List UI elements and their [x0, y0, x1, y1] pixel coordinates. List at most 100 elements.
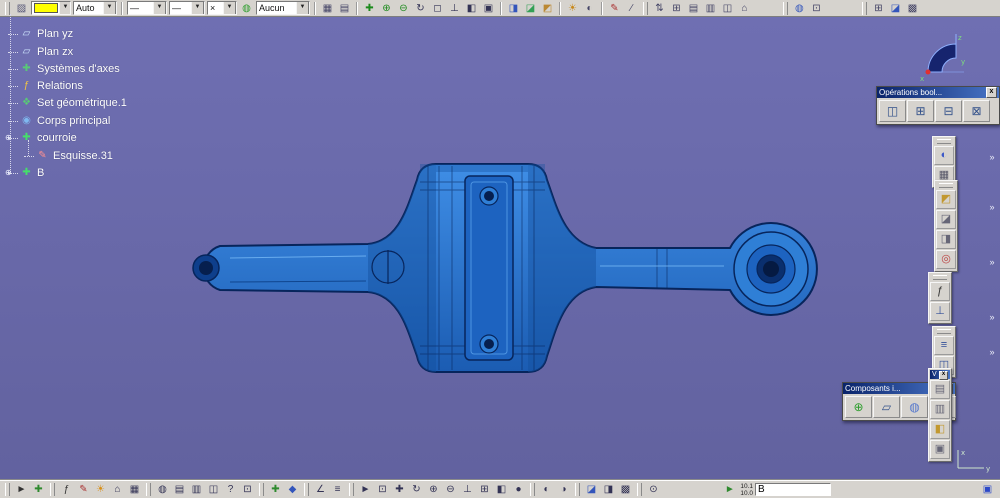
light-icon[interactable]: ☀ [564, 1, 581, 16]
views-icon[interactable]: ◫ [719, 1, 736, 16]
pan-icon[interactable]: ✚ [361, 1, 378, 16]
cube-y-icon[interactable]: ◪ [522, 1, 539, 16]
tree-item-courroie[interactable]: ⊕ ✚ courroie [5, 130, 77, 146]
tree-expander-icon[interactable]: ⊕ [5, 133, 12, 143]
toolbar-grip[interactable] [259, 483, 264, 496]
grid-icon[interactable]: ▦ [319, 1, 336, 16]
intersect-body-icon[interactable]: ⊠ [963, 100, 990, 122]
product-icon[interactable]: ◆ [284, 482, 301, 497]
chevron-down-icon[interactable]: ▼ [59, 2, 70, 14]
select-icon[interactable]: ► [13, 482, 30, 497]
toolbar-grip[interactable] [5, 483, 10, 496]
sphere-component-icon[interactable]: ◍ [901, 396, 928, 418]
toolbar-grip[interactable] [349, 483, 354, 496]
line-type-combo[interactable]: — ▼ [169, 1, 205, 15]
point-symbol-combo[interactable]: × ▼ [207, 1, 237, 15]
boolean-operations-titlebar[interactable]: Opérations bool... x [877, 87, 999, 98]
iso-view-icon[interactable]: ◧ [930, 420, 950, 439]
hidden-toolbar-more-icon[interactable]: » [986, 345, 998, 359]
toolbar-grip[interactable] [782, 1, 788, 15]
tree-item-corps-principal[interactable]: ◉ Corps principal [7, 113, 110, 129]
pan-icon[interactable]: ✚ [391, 482, 408, 497]
toolbar-grip[interactable] [643, 1, 648, 15]
formula-icon[interactable]: ƒ [930, 282, 950, 301]
normal-view-icon[interactable]: ⊥ [459, 482, 476, 497]
chevron-down-icon[interactable]: ▼ [296, 2, 309, 14]
overlay-icon[interactable]: ⊡ [808, 1, 825, 16]
back-view-icon[interactable]: ▣ [930, 440, 950, 459]
spec-tree[interactable]: ▱ Plan yz ▱ Plan zx ✚ Systèmes d'axes ƒ Relatio… [2, 14, 192, 184]
target-icon[interactable]: ► [721, 482, 738, 497]
toolbar-grip[interactable] [933, 275, 947, 280]
close-icon[interactable]: x [939, 371, 948, 380]
hole-icon[interactable]: ◎ [936, 250, 956, 269]
print-icon[interactable]: ◫ [205, 482, 222, 497]
toolbar-grip[interactable] [937, 329, 951, 334]
tree-item-esquisse-31[interactable]: ✎ Esquisse.31 [24, 148, 113, 164]
multi-view-icon[interactable]: ⊞ [476, 482, 493, 497]
macro-icon[interactable]: ⊡ [239, 482, 256, 497]
rendering-combo[interactable]: Aucun ▼ [256, 1, 310, 15]
pad-icon[interactable]: ◩ [936, 190, 956, 209]
hidden-toolbar-more-icon[interactable]: » [986, 200, 998, 214]
swap-visible-icon[interactable]: ⇅ [651, 1, 668, 16]
fill-color-combo[interactable]: ▼ [31, 1, 71, 15]
measure-icon[interactable]: ◍ [791, 1, 808, 16]
snap-to-grid-icon[interactable]: ▤ [336, 1, 353, 16]
tree-item-b[interactable]: ⊕ ✚ B [5, 165, 44, 181]
remove-body-icon[interactable]: ⊟ [935, 100, 962, 122]
sun-icon[interactable]: ☀ [92, 482, 109, 497]
hidden-toolbar-more-icon[interactable]: » [986, 310, 998, 324]
quick-view-icon[interactable]: ◧ [493, 482, 510, 497]
tree-item-set-geometrique-1[interactable]: ❖ Set géométrique.1 [8, 95, 127, 111]
shading-icon[interactable]: ● [510, 482, 527, 497]
copy-icon[interactable]: ▤ [171, 482, 188, 497]
zoom-in-icon[interactable]: ⊕ [425, 482, 442, 497]
compass-pivot[interactable] [925, 69, 931, 75]
camera-icon[interactable]: ◍ [154, 482, 171, 497]
toolbar-grip[interactable] [5, 1, 10, 15]
fly-mode-icon[interactable]: ► [357, 482, 374, 497]
normal-view-icon[interactable]: ⊥ [446, 1, 463, 16]
line-tool-icon[interactable]: ∕ [623, 1, 640, 16]
toolbar-grip[interactable] [637, 483, 642, 496]
cylinder-component-icon[interactable]: ▱ [873, 396, 900, 418]
wireframe-mode-icon[interactable]: ◨ [600, 482, 617, 497]
shaft-icon[interactable]: ◨ [936, 230, 956, 249]
hide-show-icon[interactable]: ◐ [538, 482, 555, 497]
opacity-combo[interactable]: Auto ▼ [73, 1, 117, 15]
zoom-out-icon[interactable]: ⊖ [442, 482, 459, 497]
zoom-in-icon[interactable]: ⊕ [378, 1, 395, 16]
tree-item-plan-yz[interactable]: ▱ Plan yz [7, 26, 73, 42]
hatch-icon[interactable]: ▩ [904, 1, 921, 16]
help-icon[interactable]: ? [222, 482, 239, 497]
view-mode-icon[interactable]: ◐ [934, 146, 954, 165]
annotate-icon[interactable]: ✎ [75, 482, 92, 497]
sketcher-icon[interactable]: ✎ [606, 1, 623, 16]
pocket-icon[interactable]: ◪ [936, 210, 956, 229]
toolbar-grip[interactable] [304, 483, 309, 496]
window-icon[interactable]: ⊞ [668, 1, 685, 16]
toolbar-grip[interactable] [530, 483, 535, 496]
wireframe-icon[interactable]: ▣ [480, 1, 497, 16]
views-titlebar[interactable]: V x [930, 370, 950, 380]
chevron-down-icon[interactable]: ▼ [103, 2, 116, 14]
catalog-icon[interactable]: ⌂ [109, 482, 126, 497]
toolbar-grip[interactable] [50, 483, 55, 496]
shade2-icon[interactable]: ◪ [887, 1, 904, 16]
hidden-toolbar-more-icon[interactable]: » [986, 255, 998, 269]
assemble-icon[interactable]: ◫ [879, 100, 906, 122]
compass[interactable]: z y x [918, 30, 966, 84]
tree-item-relations[interactable]: ƒ Relations [8, 78, 83, 94]
chevron-down-icon[interactable]: ▼ [191, 2, 204, 14]
toolbar-grip[interactable] [575, 483, 580, 496]
copy-icon[interactable]: ▤ [685, 1, 702, 16]
part-icon[interactable]: ✚ [267, 482, 284, 497]
add-component-icon[interactable]: ⊕ [845, 396, 872, 418]
rotate-icon[interactable]: ↻ [412, 1, 429, 16]
zoom-out-icon[interactable]: ⊖ [395, 1, 412, 16]
constraint-icon[interactable]: ⊥ [930, 302, 950, 321]
material-icon[interactable]: ▩ [617, 482, 634, 497]
tree-item-plan-zx[interactable]: ▱ Plan zx [7, 44, 73, 60]
top-view-icon[interactable]: ▥ [930, 400, 950, 419]
